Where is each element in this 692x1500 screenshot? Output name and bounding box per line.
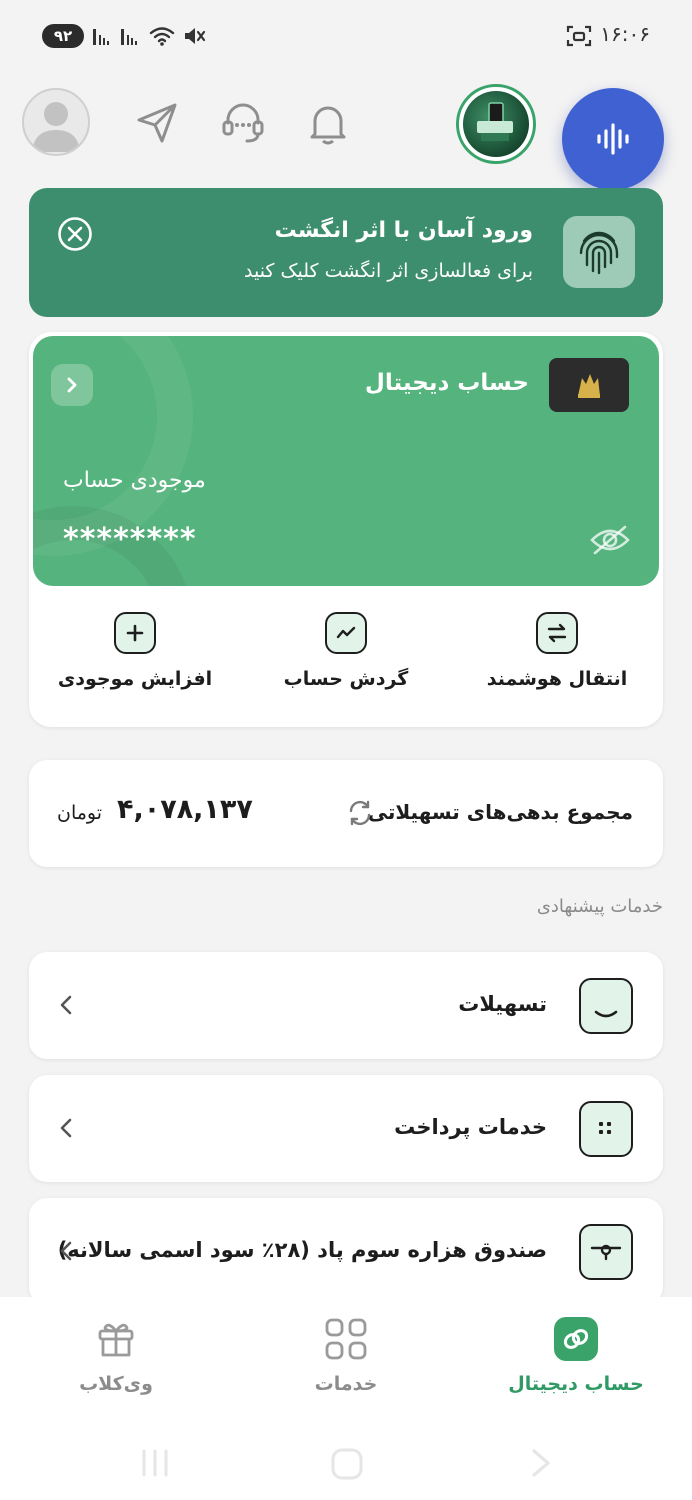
voice-assistant-button[interactable] (562, 88, 664, 190)
voice-assistant-icon (597, 123, 629, 155)
avatar-icon (32, 102, 80, 152)
balance-value: ******** (63, 522, 197, 557)
chest-icon (579, 1224, 633, 1280)
chevron-left-icon (60, 995, 72, 1015)
recent-apps-icon[interactable] (140, 1447, 170, 1479)
fingerprint-subtitle: برای فعالسازی اثر انگشت کلیک کنید (243, 260, 533, 282)
nav-label: خدمات (314, 1373, 378, 1395)
back-icon[interactable] (528, 1447, 554, 1479)
debt-label: مجموع بدهی‌های تسهیلاتی (367, 800, 633, 824)
service-label: تسهیلات (458, 992, 547, 1016)
nav-label: وی‌کلاب (79, 1373, 153, 1395)
account-title: حساب دیجیتال (364, 370, 529, 396)
clock: ۱۶:۰۶ (600, 22, 650, 46)
chevron-right-icon (67, 377, 77, 393)
suggested-services-title: خدمات پیشنهادی (536, 896, 663, 917)
story-button[interactable] (456, 84, 536, 164)
send-button[interactable] (132, 98, 182, 148)
debt-currency: تومان (57, 802, 103, 824)
trend-icon (325, 612, 367, 654)
nav-club[interactable]: وی‌کلاب (26, 1317, 206, 1395)
close-icon[interactable] (57, 216, 93, 252)
quick-action-statement[interactable]: گردش حساب (246, 612, 446, 690)
nav-services[interactable]: خدمات (256, 1317, 436, 1395)
mute-icon (185, 28, 206, 44)
support-button[interactable] (218, 98, 268, 148)
chevron-left-icon (60, 1241, 72, 1261)
balance-label: موجودی حساب (63, 468, 206, 493)
service-row-loans[interactable]: تسهیلات (29, 952, 663, 1059)
quick-action-top-up[interactable]: افزایش موجودی (35, 612, 235, 690)
nav-digital-account[interactable]: حساب دیجیتال (486, 1317, 666, 1395)
fingerprint-title: ورود آسان با اثر انگشت (274, 218, 533, 243)
debt-amount: ۴,۰۷۸,۱۳۷ (117, 794, 253, 825)
home-icon[interactable] (330, 1447, 364, 1481)
service-label: خدمات پرداخت (394, 1115, 547, 1139)
status-bar: ۹۲ ۱۶:۰۶ (0, 0, 692, 72)
bottom-navigation: حساب دیجیتال خدمات وی‌کلاب (0, 1297, 692, 1500)
refresh-icon[interactable] (345, 798, 375, 828)
transfer-icon (536, 612, 578, 654)
nav-label: حساب دیجیتال (508, 1373, 644, 1395)
status-icons (92, 22, 206, 50)
quick-action-smart-transfer[interactable]: انتقال هوشمند (457, 612, 657, 690)
service-row-payments[interactable]: خدمات پرداخت (29, 1075, 663, 1182)
account-details-button[interactable] (51, 364, 93, 406)
plus-icon (114, 612, 156, 654)
bank-logo (549, 358, 629, 412)
send-icon (137, 103, 177, 143)
service-label: صندوق هزاره سوم پاد (۲۸٪ سود اسمی سالانه… (57, 1238, 547, 1262)
grid-icon (325, 1318, 367, 1360)
screenshot-icon (566, 25, 592, 47)
bell-icon (310, 106, 346, 145)
fingerprint-icon-box (563, 216, 635, 288)
quick-action-label: افزایش موجودی (57, 668, 213, 690)
account-card: حساب دیجیتال موجودی حساب ******** انتقال… (29, 332, 663, 727)
quick-action-label: گردش حساب (283, 668, 409, 690)
wifi-icon (149, 27, 175, 46)
signal-icon-2 (121, 29, 137, 45)
battery-indicator: ۹۲ (42, 24, 84, 48)
link-icon (554, 1317, 598, 1361)
notifications-button[interactable] (303, 98, 353, 148)
profile-avatar[interactable] (22, 88, 90, 156)
quick-action-label: انتقال هوشمند (486, 668, 628, 690)
support-headset-icon (222, 103, 264, 143)
service-row-fund[interactable]: صندوق هزاره سوم پاد (۲۸٪ سود اسمی سالانه… (29, 1198, 663, 1305)
eye-off-icon[interactable] (589, 524, 631, 556)
loan-icon (579, 978, 633, 1034)
account-balance-panel[interactable]: حساب دیجیتال موجودی حساب ******** (33, 336, 659, 586)
receipt-icon (579, 1101, 633, 1157)
signal-icon (93, 29, 109, 45)
debt-summary-card[interactable]: مجموع بدهی‌های تسهیلاتی ۴,۰۷۸,۱۳۷ تومان (29, 760, 663, 867)
bank-logo-icon (578, 374, 600, 398)
fingerprint-icon (579, 231, 619, 275)
quick-actions: انتقال هوشمند گردش حساب افزایش موجودی (29, 612, 663, 712)
gift-icon (98, 1323, 134, 1357)
fingerprint-banner[interactable]: ورود آسان با اثر انگشت برای فعالسازی اثر… (29, 188, 663, 317)
story-icon (463, 91, 529, 157)
chevron-left-icon (60, 1118, 72, 1138)
